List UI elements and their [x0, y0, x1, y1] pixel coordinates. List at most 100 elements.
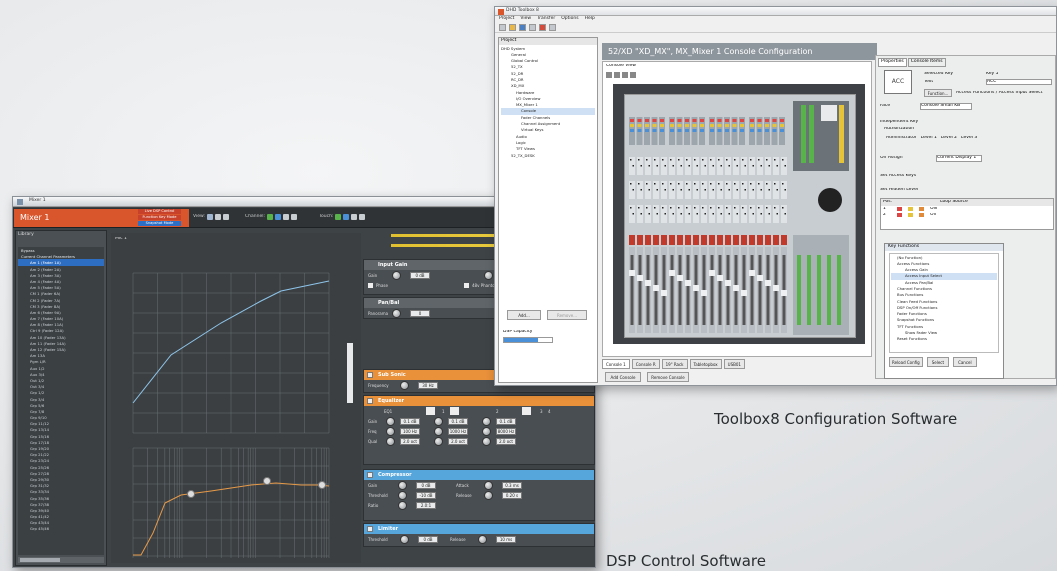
- console-key-dot[interactable]: [734, 183, 736, 185]
- console-led-blue[interactable]: [700, 129, 704, 132]
- console-key-block[interactable]: [653, 205, 659, 223]
- console-key-dot[interactable]: [768, 189, 771, 191]
- fader-slot[interactable]: [750, 255, 754, 325]
- reload-config-button[interactable]: Reload Config: [889, 356, 923, 367]
- console-key-block[interactable]: [717, 157, 723, 175]
- set-hidden-level-checkbox[interactable]: Set Hidden Level: [880, 188, 918, 193]
- console-key-block[interactable]: [733, 181, 739, 199]
- console-key-dot[interactable]: [686, 183, 688, 185]
- console-key-block[interactable]: [669, 181, 675, 199]
- console-key-dot[interactable]: [766, 159, 768, 161]
- console-key-block[interactable]: [765, 205, 771, 223]
- console-key-block[interactable]: [709, 205, 715, 223]
- eq-band-3-handle[interactable]: [318, 481, 326, 489]
- console-key-block[interactable]: [653, 157, 659, 175]
- console-led-blue[interactable]: [710, 129, 714, 132]
- console-led-red[interactable]: [757, 119, 762, 122]
- eq-band-3-type[interactable]: [522, 407, 531, 415]
- console-key-block[interactable]: [669, 205, 675, 223]
- auth-level-2[interactable]: Level 2: [941, 136, 957, 141]
- console-led-yellow[interactable]: [717, 124, 722, 127]
- console-led-red[interactable]: [700, 119, 704, 122]
- console-key-dot[interactable]: [744, 213, 747, 215]
- fader-knob[interactable]: [693, 285, 699, 291]
- console-key-dot[interactable]: [672, 165, 675, 167]
- face-select[interactable]: Console Small KB: [920, 103, 972, 110]
- cancel-button[interactable]: Cancel: [953, 356, 977, 367]
- console-on-key[interactable]: [781, 235, 787, 245]
- console-on-key[interactable]: [629, 235, 635, 245]
- console-key-dot[interactable]: [742, 207, 744, 209]
- eq-gain-knob[interactable]: [386, 417, 395, 426]
- console-led-blue[interactable]: [660, 129, 664, 132]
- limiter-threshold-value[interactable]: 0 dB: [418, 536, 438, 543]
- console-key-dot[interactable]: [678, 159, 680, 161]
- console-key-dot[interactable]: [670, 159, 672, 161]
- eq-freq-value[interactable]: 1000 Hz: [448, 428, 468, 435]
- console-led-red[interactable]: [740, 119, 744, 122]
- console-key-dot[interactable]: [638, 183, 640, 185]
- console-on-key[interactable]: [733, 235, 739, 245]
- eq-qual-knob[interactable]: [434, 437, 443, 446]
- console-key-dot[interactable]: [630, 183, 632, 185]
- console-key-block[interactable]: [725, 205, 731, 223]
- tab-console-1[interactable]: Console 1: [602, 359, 630, 369]
- console-led-blue[interactable]: [645, 129, 649, 132]
- eq-freq-knob[interactable]: [482, 427, 491, 436]
- eq-band-1-handle[interactable]: [187, 490, 195, 498]
- console-key-block[interactable]: [717, 205, 723, 223]
- console-on-key[interactable]: [717, 235, 723, 245]
- console-key-dot[interactable]: [704, 213, 707, 215]
- eq-gain-value[interactable]: 0.1 dB: [448, 418, 468, 425]
- console-led-yellow[interactable]: [765, 124, 769, 127]
- console-key-dot[interactable]: [694, 159, 696, 161]
- sidebar-scrollbar[interactable]: [18, 557, 104, 563]
- console-on-key[interactable]: [677, 235, 683, 245]
- console-key-dot[interactable]: [654, 159, 656, 161]
- tab-properties[interactable]: Properties: [878, 58, 907, 67]
- console-key-block[interactable]: [661, 181, 667, 199]
- console-key-dot[interactable]: [664, 213, 667, 215]
- console-key-dot[interactable]: [776, 213, 779, 215]
- channel-copy-icon[interactable]: [283, 214, 289, 220]
- fader-slot[interactable]: [670, 255, 674, 325]
- touch-paste-icon[interactable]: [359, 214, 366, 220]
- console-on-key[interactable]: [741, 235, 747, 245]
- console-key-dot[interactable]: [720, 189, 723, 191]
- console-key-dot[interactable]: [776, 165, 779, 167]
- fader-knob[interactable]: [749, 270, 755, 276]
- console-key-dot[interactable]: [670, 183, 672, 185]
- fader-slot[interactable]: [758, 255, 762, 325]
- fader-slot[interactable]: [630, 255, 634, 325]
- console-led-yellow[interactable]: [645, 124, 649, 127]
- transfer-icon[interactable]: [529, 24, 536, 31]
- console-key-dot[interactable]: [646, 183, 648, 185]
- console-on-key[interactable]: [765, 235, 771, 245]
- gain-value[interactable]: 0 dB: [410, 272, 430, 279]
- pan-knob[interactable]: [392, 309, 401, 318]
- function-button[interactable]: Function...: [924, 89, 952, 97]
- eq-gain-value[interactable]: 0.1 dB: [400, 418, 420, 425]
- console-key-dot[interactable]: [648, 165, 651, 167]
- console-key-dot[interactable]: [758, 159, 760, 161]
- console-key-dot[interactable]: [678, 183, 680, 185]
- console-led-blue[interactable]: [677, 129, 682, 132]
- select-button[interactable]: Select: [926, 356, 950, 367]
- console-on-key[interactable]: [637, 235, 643, 245]
- add-button[interactable]: Add...: [507, 310, 541, 320]
- console-key-dot[interactable]: [736, 189, 739, 191]
- independent-key-checkbox[interactable]: Independent Key: [880, 120, 918, 125]
- fader-knob[interactable]: [741, 290, 747, 296]
- console-key-block[interactable]: [749, 205, 755, 223]
- remove-console-button[interactable]: Remove Console: [647, 372, 689, 382]
- console-key-dot[interactable]: [760, 189, 763, 191]
- eq-band-2-handle[interactable]: [263, 477, 271, 485]
- console-key-block[interactable]: [757, 157, 763, 175]
- console-on-key[interactable]: [685, 235, 691, 245]
- console-key-block[interactable]: [765, 157, 771, 175]
- console-key-dot[interactable]: [712, 165, 715, 167]
- tab-usb01[interactable]: USB01: [723, 359, 745, 369]
- console-key-dot[interactable]: [736, 165, 739, 167]
- console-key-dot[interactable]: [776, 189, 779, 191]
- channel-green-icon[interactable]: [267, 214, 273, 220]
